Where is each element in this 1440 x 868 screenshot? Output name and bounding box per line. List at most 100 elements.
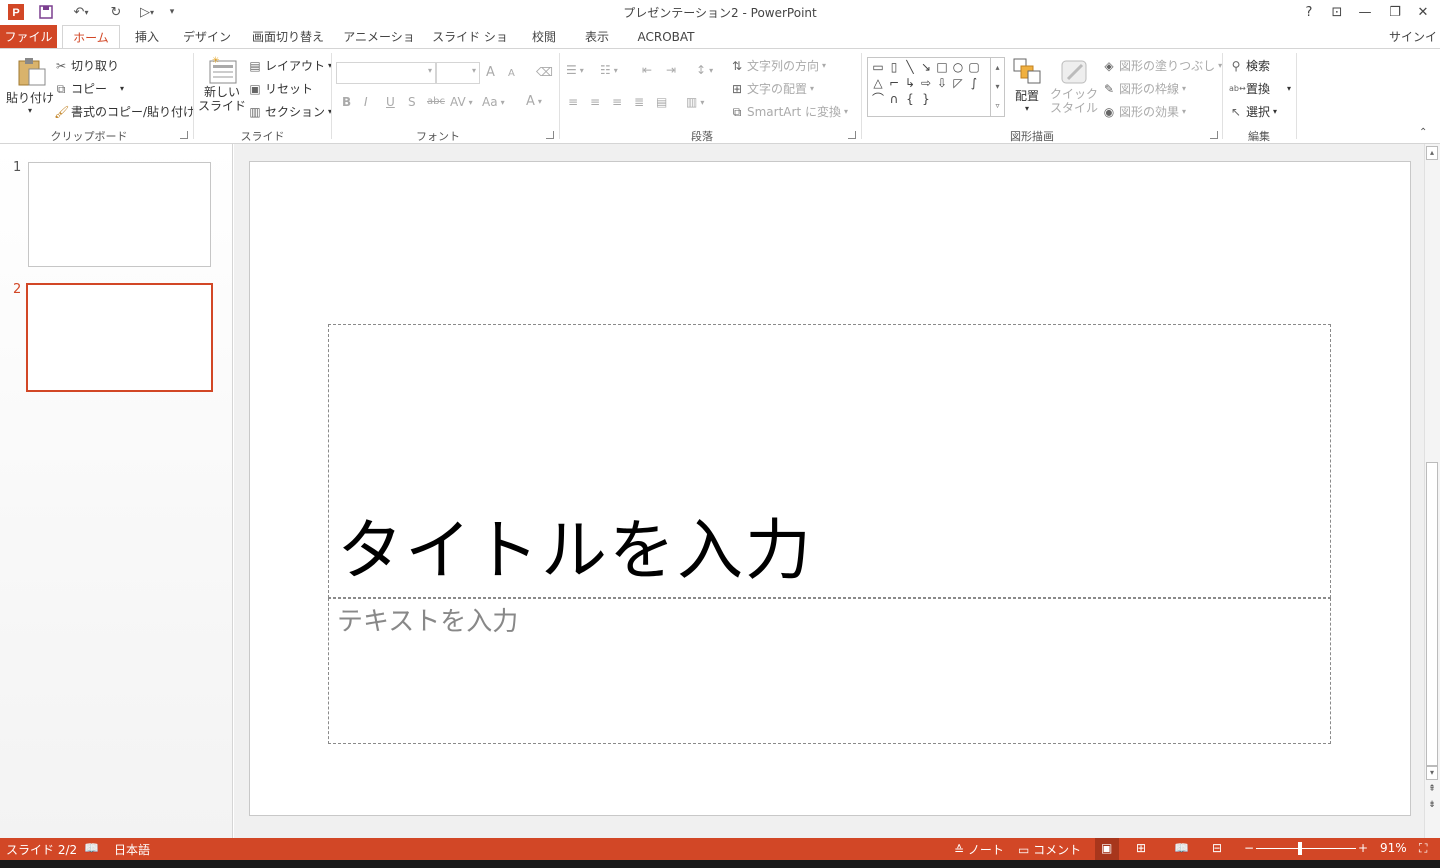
tab-file[interactable]: ファイル [0,25,57,49]
notes-button[interactable]: ≙ ノート [954,841,1004,858]
bold-button[interactable]: B [342,95,351,109]
tab-view[interactable]: 表示 [576,25,618,49]
line-icon[interactable]: ╲ [902,59,918,75]
text-box-icon[interactable]: ▭ [870,59,886,75]
elbow-connector-icon[interactable]: ⌐ [886,75,902,91]
paragraph-launcher-icon[interactable] [848,131,856,139]
curve-icon[interactable]: ∩ [886,91,902,107]
drawing-launcher-icon[interactable] [1210,131,1218,139]
spelling-check-icon[interactable]: 📖 [84,841,99,855]
slide-sorter-view-icon[interactable]: ⊞ [1136,841,1146,855]
justify-icon[interactable]: ≣ [634,95,644,109]
elbow-arrow-icon[interactable]: ↳ [902,75,918,91]
clear-formatting-icon[interactable]: ⌫ [536,65,553,79]
tab-acrobat[interactable]: ACROBAT [630,25,702,49]
grow-font-button[interactable]: A [486,65,495,80]
arrow-line-icon[interactable]: ↘ [918,59,934,75]
text-direction-button[interactable]: ⇅ 文字列の方向 ▾ [730,57,826,74]
columns-button[interactable]: ▥ ▾ [686,95,704,109]
select-button[interactable]: ↖ 選択 ▾ [1229,103,1277,120]
tab-insert[interactable]: 挿入 [127,25,167,49]
scroll-thumb[interactable] [1426,462,1438,766]
font-launcher-icon[interactable] [546,131,554,139]
shadow-button[interactable]: S [408,95,416,109]
character-spacing-button[interactable]: AV ▾ [450,95,473,109]
tab-animations[interactable]: アニメーション [340,25,418,68]
font-name-input[interactable]: ▾ [336,62,436,84]
paste-button[interactable]: 貼り付け ▾ [6,57,54,115]
new-slide-button[interactable]: ✳ 新しい スライド [198,55,246,113]
scribble-icon[interactable]: ∫ [966,75,982,91]
gallery-scroll-up-icon[interactable]: ▴ [991,58,1004,77]
right-brace-icon[interactable]: } [918,91,934,107]
reset-button[interactable]: ▣ リセット [248,80,313,97]
slide-canvas[interactable]: タイトルを入力 テキストを入力 [249,161,1411,816]
tab-transitions[interactable]: 画面切り替え [248,25,328,49]
strikethrough-button[interactable]: abc [427,96,445,107]
close-icon[interactable]: ✕ [1410,2,1436,22]
section-button[interactable]: ▥ セクション ▾ [248,103,332,120]
italic-button[interactable]: I [364,95,368,109]
font-size-input[interactable]: ▾ [436,62,480,84]
shrink-font-button[interactable]: A [508,68,515,79]
rounded-rectangle-icon[interactable]: ▢ [966,59,982,75]
normal-view-button[interactable]: ▣ [1095,838,1119,860]
oval-icon[interactable]: ○ [950,59,966,75]
replace-button[interactable]: ab↔ 置換 ▾ [1229,80,1291,97]
increase-indent-icon[interactable]: ⇥ [666,63,676,77]
title-placeholder[interactable]: タイトルを入力 [328,324,1331,598]
copy-button[interactable]: ⧉ コピー ▾ [54,80,124,97]
triangle-icon[interactable]: △ [870,75,886,91]
previous-slide-icon[interactable]: ⇞ [1426,784,1438,798]
cut-button[interactable]: ✂ 切り取り [54,57,119,74]
collapse-ribbon-icon[interactable]: ⌃ [1419,127,1427,138]
sign-in-link[interactable]: サインイン [1386,25,1440,68]
rectangle-icon[interactable]: □ [934,59,950,75]
bullets-button[interactable]: ☰ ▾ [566,63,584,77]
zoom-out-icon[interactable]: − [1244,841,1254,855]
vertical-text-box-icon[interactable]: ▯ [886,59,902,75]
zoom-slider-thumb[interactable] [1298,842,1302,855]
subtitle-placeholder[interactable]: テキストを入力 [328,598,1331,744]
left-brace-icon[interactable]: { [902,91,918,107]
down-arrow-icon[interactable]: ⇩ [934,75,950,91]
font-color-button[interactable]: A ▾ [526,94,542,109]
convert-smartart-button[interactable]: ⧉ SmartArt に変換 ▾ [730,103,848,120]
reading-view-icon[interactable]: 📖 [1174,841,1189,855]
gallery-scroll-down-icon[interactable]: ▾ [991,77,1004,96]
restore-icon[interactable]: ❐ [1382,2,1408,22]
shapes-gallery[interactable]: ▭ ▯ ╲ ↘ □ ○ ▢ △ ⌐ ↳ ⇨ ⇩ ◸ ∫ ⌒ ∩ { } ▴ ▾ … [867,57,1005,117]
distributed-icon[interactable]: ▤ [656,95,667,109]
shape-outline-button[interactable]: ✎ 図形の枠線 ▾ [1102,80,1186,97]
fit-slide-icon[interactable]: ⛶ [1419,841,1427,856]
help-button[interactable]: ? [1296,2,1322,22]
tab-design[interactable]: デザイン [179,25,235,49]
align-text-button[interactable]: ⊞ 文字の配置 ▾ [730,80,814,97]
ribbon-display-options-icon[interactable]: ⊡ [1324,2,1350,22]
align-center-icon[interactable]: ≡ [590,95,600,109]
slideshow-view-icon[interactable]: ⊟ [1212,841,1222,855]
tab-home[interactable]: ホーム [62,25,120,50]
tab-slideshow[interactable]: スライド ショー [430,25,510,68]
vertical-scrollbar[interactable]: ▴ ▾ ⇞ ⇟ [1424,144,1440,838]
slide-thumbnail-2[interactable] [26,283,213,392]
find-button[interactable]: ⚲ 検索 [1229,57,1270,74]
change-case-button[interactable]: Aa ▾ [482,95,505,109]
gallery-more-icon[interactable]: ▿ [991,96,1004,115]
zoom-slider[interactable] [1256,848,1356,849]
zoom-in-icon[interactable]: + [1358,841,1368,855]
freeform-icon[interactable]: ◸ [950,75,966,91]
arc-icon[interactable]: ⌒ [870,91,886,107]
zoom-level[interactable]: 91% [1380,841,1407,855]
scroll-down-icon[interactable]: ▾ [1426,766,1438,780]
minimize-icon[interactable]: — [1352,2,1378,22]
align-left-icon[interactable]: ≡ [568,95,578,109]
scroll-up-icon[interactable]: ▴ [1426,146,1438,160]
slide-thumbnail-1[interactable] [28,162,211,267]
quick-styles-button[interactable]: クイック スタイル [1050,57,1098,115]
decrease-indent-icon[interactable]: ⇤ [642,63,652,77]
numbering-button[interactable]: ☷ ▾ [600,63,618,77]
right-arrow-icon[interactable]: ⇨ [918,75,934,91]
shape-fill-button[interactable]: ◈ 図形の塗りつぶし ▾ [1102,57,1222,74]
comments-button[interactable]: ▭ コメント [1018,841,1081,858]
